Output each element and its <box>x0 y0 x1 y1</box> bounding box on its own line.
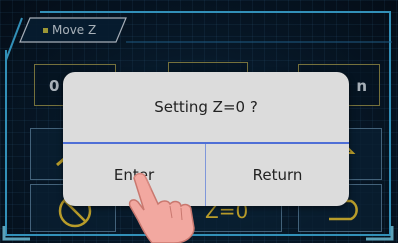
return-button-label: Return <box>252 166 303 184</box>
return-button[interactable]: Return <box>206 144 349 206</box>
pointing-hand-icon <box>128 172 195 243</box>
move-z-screen: Move Z 0 n Z=0 Setting Z=0 ? Enter Retur… <box>0 0 398 243</box>
dialog-message: Setting Z=0 ? <box>154 98 258 116</box>
